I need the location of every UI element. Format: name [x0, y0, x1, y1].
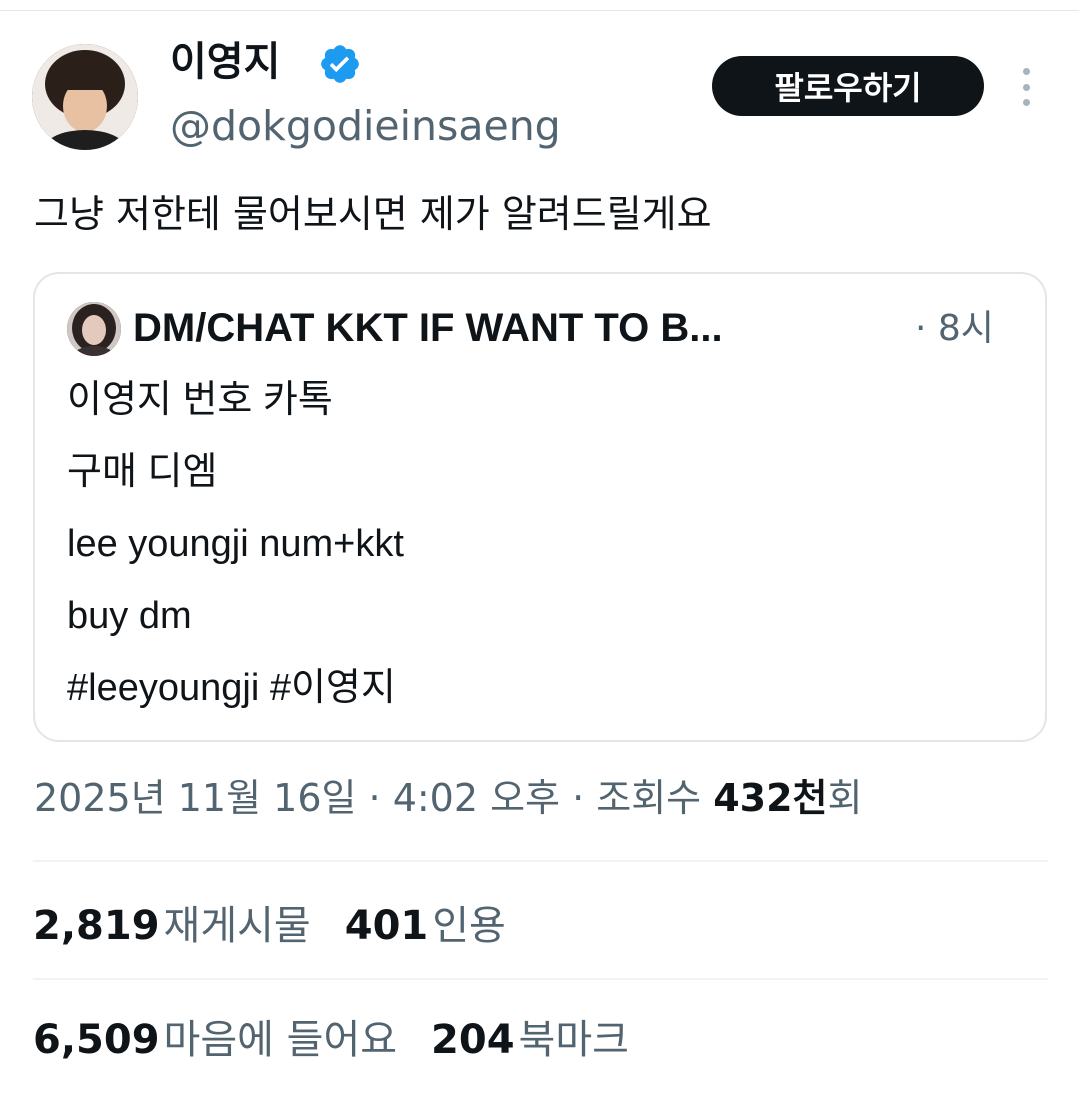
bookmarks-count: 204 — [431, 1017, 515, 1063]
author-handle[interactable]: @dokgodieinsaeng — [170, 100, 561, 152]
stats-row-reposts: 2,819 재게시물 401 인용 — [33, 898, 506, 954]
quoted-author-avatar — [67, 302, 121, 356]
quoted-text-line: 이영지 번호 카톡 — [67, 379, 333, 421]
quoted-hashtags[interactable]: #leeyoungji #이영지 — [67, 662, 396, 714]
views-count: 432천 — [713, 776, 828, 820]
quoted-text-line: lee youngji num+kkt — [67, 523, 404, 565]
reposts-count: 2,819 — [33, 903, 160, 949]
follow-button[interactable]: 팔로우하기 — [712, 56, 984, 116]
more-options-icon[interactable] — [1012, 68, 1040, 106]
divider — [33, 860, 1048, 862]
quoted-author-name: DM/CHAT KKT IF WANT TO B... — [133, 306, 723, 350]
likes-count: 6,509 — [33, 1017, 160, 1063]
views-suffix: 회 — [827, 776, 863, 820]
quoted-text-line: buy dm — [67, 595, 192, 637]
top-divider — [0, 10, 1079, 11]
verified-badge-icon — [321, 45, 359, 83]
author-avatar[interactable] — [32, 44, 138, 150]
tweet-timestamp: 2025년 11월 16일 · 4:02 오후 · 조회수 432천회 — [34, 772, 863, 824]
timestamp-text[interactable]: 2025년 11월 16일 · 4:02 오후 · 조회수 — [34, 776, 713, 820]
bookmarks-label: 북마크 — [518, 1017, 629, 1063]
quotes-stat[interactable]: 401 인용 — [345, 903, 506, 949]
likes-label: 마음에 들어요 — [163, 1017, 398, 1063]
tweet-text: 그냥 저한테 물어보시면 제가 알려드릴게요 — [34, 192, 712, 236]
quoted-text-line: 구매 디엠 — [67, 451, 218, 493]
quoted-tweet-card[interactable]: DM/CHAT KKT IF WANT TO B... · 8시 이영지 번호 … — [33, 272, 1047, 742]
likes-stat[interactable]: 6,509 마음에 들어요 — [33, 1017, 397, 1063]
author-display-name[interactable]: 이영지 — [170, 36, 280, 88]
quotes-count: 401 — [344, 903, 429, 949]
bookmarks-stat[interactable]: 204 북마크 — [431, 1017, 629, 1063]
divider — [33, 978, 1048, 980]
stats-row-likes: 6,509 마음에 들어요 204 북마크 — [33, 1012, 629, 1068]
quotes-label: 인용 — [432, 903, 506, 949]
quoted-tweet-time: · 8시 — [915, 308, 994, 349]
reposts-label: 재게시물 — [163, 903, 311, 949]
reposts-stat[interactable]: 2,819 재게시물 — [33, 903, 311, 949]
